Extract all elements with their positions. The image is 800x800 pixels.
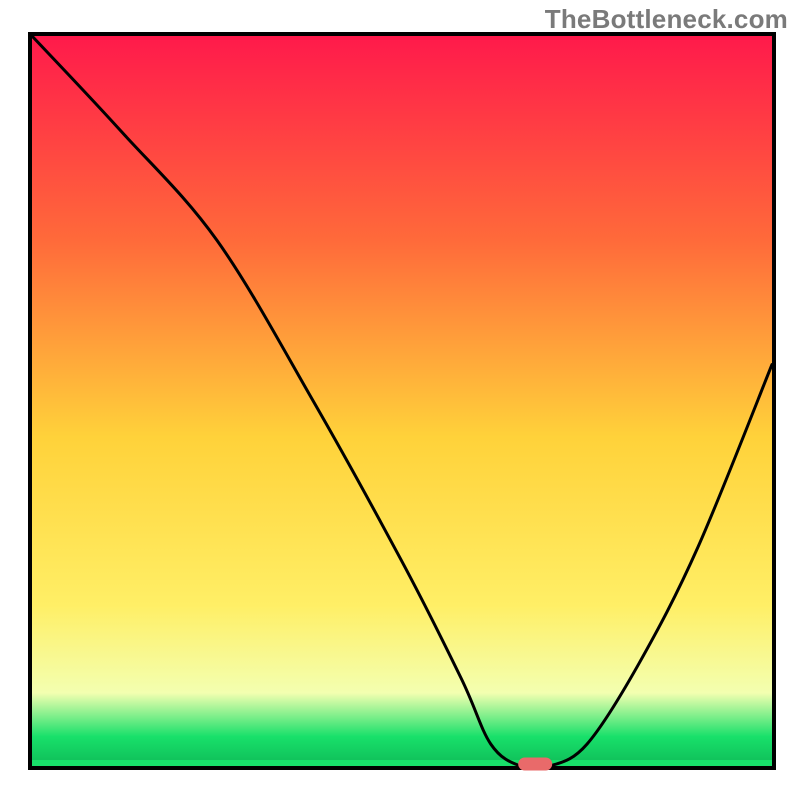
chart-stage: TheBottleneck.com [0, 0, 800, 800]
optimal-marker [518, 758, 552, 771]
baseline-strip [32, 760, 772, 766]
background-gradient [32, 36, 772, 766]
bottleneck-plot [0, 0, 800, 800]
plot-area [30, 34, 774, 771]
